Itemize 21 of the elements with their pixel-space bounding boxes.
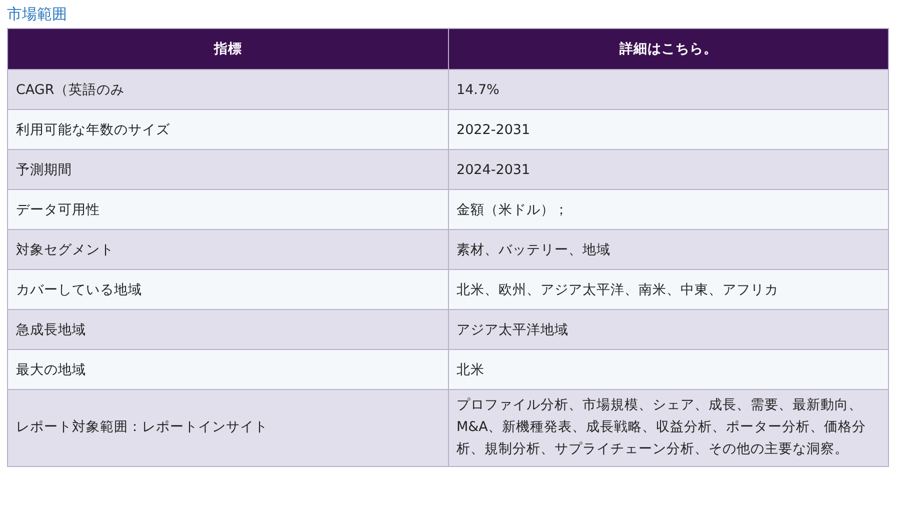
table-cell: レポート対象範囲：レポートインサイト (8, 390, 448, 466)
table-cell: データ可用性 (8, 190, 448, 230)
table-cell: 2024-2031 (448, 150, 888, 190)
table-cell: 北米 (448, 350, 888, 390)
table-cell: 14.7% (448, 70, 888, 110)
column-header: 指標 (8, 28, 448, 70)
table-cell: 北米、欧州、アジア太平洋、南米、中東、アフリカ (448, 270, 888, 310)
table-cell: 最大の地域 (8, 350, 448, 390)
table-cell: 利用可能な年数のサイズ (8, 110, 448, 150)
table-cell: 急成長地域 (8, 310, 448, 350)
table-cell: プロファイル分析、市場規模、シェア、成長、需要、最新動向、M&A、新機種発表、成長戦略、収益分析、ポーター分析、価格分析、規制分析、サプライチェーン分析、その他の主要な洞察。 (448, 390, 888, 466)
table-cell: 対象セグメント (8, 230, 448, 270)
section-title: 市場範囲 (7, 4, 68, 25)
table-cell: 素材、バッテリー、地域 (448, 230, 888, 270)
table-cell: 予測期間 (8, 150, 448, 190)
table-cell: 2022-2031 (448, 110, 888, 150)
table-cell: カバーしている地域 (8, 270, 448, 310)
table-cell: 金額（米ドル）； (448, 190, 888, 230)
table-cell: CAGR（英語のみ (8, 70, 448, 110)
column-header: 詳細はこちら。 (448, 28, 888, 70)
table-cell: アジア太平洋地域 (448, 310, 888, 350)
